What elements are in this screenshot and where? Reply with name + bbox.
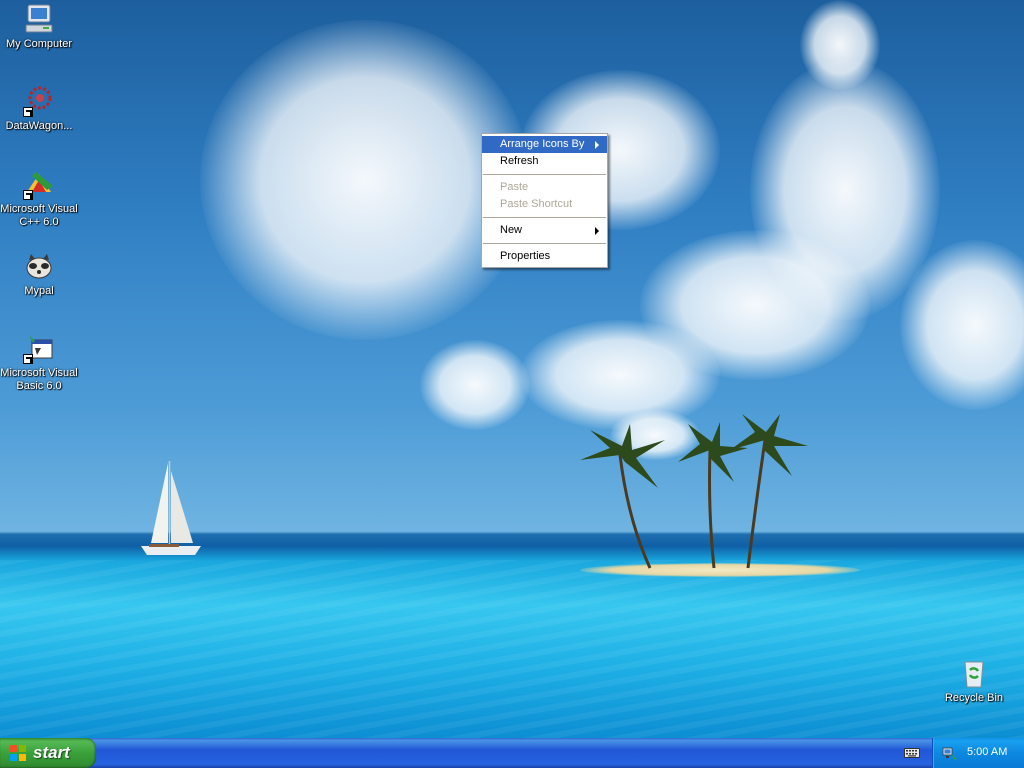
start-button-label: start: [33, 743, 70, 762]
submenu-arrow-icon: [595, 141, 599, 149]
menu-item-arrange-icons-by[interactable]: Arrange Icons By: [482, 136, 607, 153]
submenu-arrow-icon: [595, 227, 599, 235]
menu-item-paste[interactable]: Paste: [482, 179, 607, 196]
mypal-icon: [23, 250, 55, 282]
recycle-bin-icon: [958, 657, 990, 689]
system-tray: 5:00 AM: [932, 738, 1024, 768]
menu-item-label: New: [500, 224, 523, 236]
wallpaper-cloud: [420, 340, 530, 430]
keyboard-icon[interactable]: [904, 746, 920, 759]
network-icon[interactable]: [942, 745, 958, 761]
desktop-icon-label: Microsoft Visual C++ 6.0: [0, 203, 78, 228]
menu-item-label: Arrange Icons By: [500, 138, 585, 150]
desktop-icon-recycle-bin[interactable]: Recycle Bin: [935, 657, 1013, 705]
menu-item-label: Properties: [500, 250, 551, 262]
desktop-icon-label: Recycle Bin: [944, 692, 1004, 704]
start-button[interactable]: start: [0, 738, 96, 768]
wallpaper-cloud: [800, 0, 880, 90]
menu-separator: [483, 217, 606, 218]
menu-item-paste-shortcut[interactable]: Paste Shortcut: [482, 196, 607, 213]
visual-cpp-icon: [23, 168, 55, 200]
wallpaper-sea: [0, 560, 1024, 738]
desktop-icon-label: DataWagon...: [5, 120, 73, 132]
visual-basic-icon: [23, 332, 55, 364]
menu-item-refresh[interactable]: Refresh: [482, 153, 607, 170]
desktop-icon-label: My Computer: [5, 38, 73, 50]
desktop[interactable]: My Computer DataWagon... Microsoft Visua…: [0, 0, 1024, 738]
menu-item-label: Refresh: [500, 155, 539, 167]
menu-separator: [483, 243, 606, 244]
datawagon-icon: [23, 85, 55, 117]
menu-item-label: Paste Shortcut: [500, 198, 573, 210]
desktop-icon-label: Mypal: [24, 285, 54, 297]
menu-separator: [483, 174, 606, 175]
menu-item-new[interactable]: New: [482, 222, 607, 239]
desktop-icon-datawagon[interactable]: DataWagon...: [0, 85, 78, 133]
menu-item-properties[interactable]: Properties: [482, 248, 607, 265]
desktop-context-menu: Arrange Icons By Refresh Paste Paste Sho…: [481, 133, 608, 268]
computer-icon: [23, 3, 55, 35]
desktop-icon-visual-basic[interactable]: Microsoft Visual Basic 6.0: [0, 332, 78, 393]
shortcut-arrow-icon: [23, 190, 33, 200]
windows-logo-icon: [10, 745, 27, 761]
wallpaper-palm-trees: [580, 414, 808, 569]
shortcut-arrow-icon: [23, 354, 33, 364]
wallpaper-sailboat: [141, 461, 201, 555]
desktop-icon-visual-cpp[interactable]: Microsoft Visual C++ 6.0: [0, 168, 78, 229]
desktop-icon-mypal[interactable]: Mypal: [0, 250, 78, 298]
menu-item-label: Paste: [500, 181, 529, 193]
desktop-icon-label: Microsoft Visual Basic 6.0: [0, 367, 78, 392]
desktop-icon-my-computer[interactable]: My Computer: [0, 3, 78, 51]
taskbar: start 5:00 AM: [0, 738, 1024, 768]
taskbar-clock[interactable]: 5:00 AM: [967, 746, 1007, 758]
shortcut-arrow-icon: [23, 107, 33, 117]
